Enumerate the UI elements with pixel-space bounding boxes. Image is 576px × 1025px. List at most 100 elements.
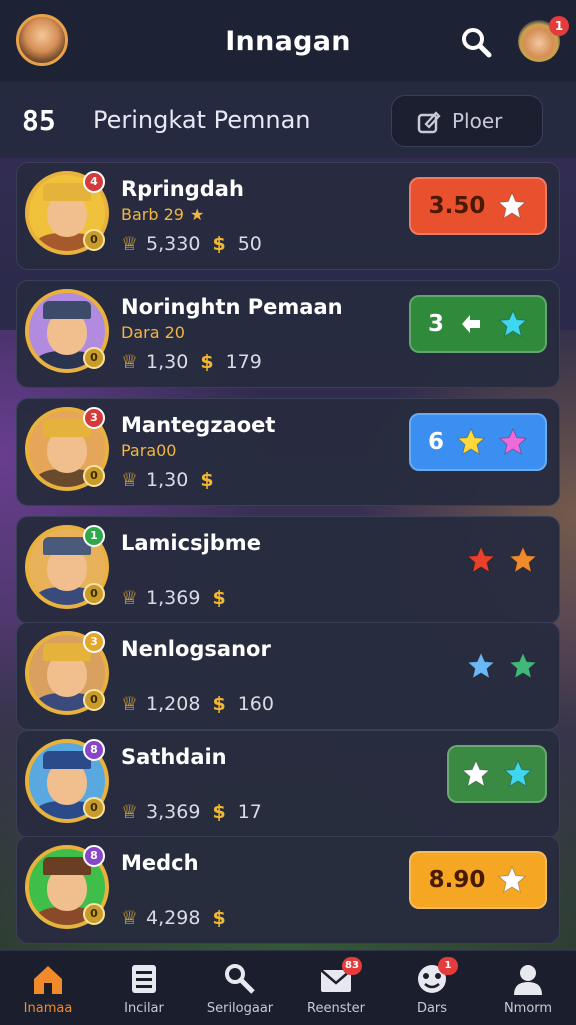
- tab-label: Reenster: [307, 1001, 365, 1016]
- player-stats: ♕ 4,298 $: [121, 907, 238, 929]
- coin-icon: $: [200, 469, 214, 491]
- crown-icon: ♕: [121, 587, 139, 609]
- tab-label: Incilar: [124, 1001, 164, 1016]
- star-white-icon: [461, 759, 491, 788]
- star-blue-icon: [466, 651, 496, 680]
- level-badge: 0: [83, 903, 105, 925]
- player-subtitle: Barb 29 ★: [121, 205, 204, 224]
- filter-label: Ploer: [452, 109, 503, 133]
- player-row[interactable]: 0 3 Mantegzaoet Para00 ♕ 1,30 $6: [16, 398, 560, 506]
- player-stats: ♕ 1,208 $160: [121, 693, 274, 715]
- rank-badge: 8: [83, 845, 105, 867]
- search-key-icon: [225, 964, 255, 994]
- star-cyan-icon: [498, 309, 528, 338]
- coin-icon: $: [212, 801, 226, 823]
- tab-label: Dars: [416, 1001, 448, 1016]
- tab-label: Inamaa: [23, 1001, 73, 1016]
- home-icon: [34, 966, 62, 994]
- filter-button[interactable]: Ploer: [391, 95, 543, 147]
- star-red-icon: [466, 545, 496, 574]
- coin-icon: $: [212, 907, 226, 929]
- coin-icon: $: [212, 693, 226, 715]
- tab-label: Nmorm: [503, 1001, 553, 1016]
- tab-incilar[interactable]: Incilar: [96, 951, 192, 1025]
- player-stats: ♕ 1,369 $: [121, 587, 238, 609]
- player-name: Noringhtn Pemaan: [121, 295, 343, 319]
- top-bar: Innagan 1: [0, 0, 576, 83]
- rank-badge: 3: [83, 407, 105, 429]
- reward-button[interactable]: 3: [409, 295, 547, 353]
- coin-icon: $: [212, 587, 226, 609]
- player-row[interactable]: 0 8 Sathdain ♕ 3,369 $17: [16, 730, 560, 838]
- reward-button[interactable]: [447, 745, 547, 803]
- player-stats: ♕ 5,330 $50: [121, 233, 262, 255]
- reward-button[interactable]: 3.50: [409, 177, 547, 235]
- crown-count: 1,208: [146, 693, 201, 715]
- player-row[interactable]: 0 3 Nenlogsanor ♕ 1,208 $160: [16, 622, 560, 730]
- crown-count: 3,369: [146, 801, 201, 823]
- crown-count: 5,330: [146, 233, 201, 255]
- player-subtitle-text: Para00: [121, 441, 177, 460]
- tab-inamaa[interactable]: Inamaa: [0, 951, 96, 1025]
- reward-button[interactable]: 8.90: [409, 851, 547, 909]
- star-yellow-icon: [456, 427, 486, 456]
- crown-icon: ♕: [121, 801, 139, 823]
- reward-button[interactable]: [457, 531, 547, 589]
- star-orange-icon: [508, 545, 538, 574]
- tab-reenster[interactable]: Reenster 83: [288, 951, 384, 1025]
- star-cyan-icon: [503, 759, 533, 788]
- star-pink-icon: [498, 427, 528, 456]
- tab-badge: 1: [438, 957, 458, 975]
- notification-badge: 1: [549, 16, 569, 36]
- star-white-icon: [498, 191, 527, 220]
- tab-nmorm[interactable]: Nmorm: [480, 951, 576, 1025]
- player-name: Mantegzaoet: [121, 413, 276, 437]
- player-stats: ♕ 3,369 $17: [121, 801, 262, 823]
- level-badge: 0: [83, 229, 105, 251]
- level-badge: 0: [83, 689, 105, 711]
- player-subtitle: Para00: [121, 441, 176, 460]
- tab-badge: 83: [342, 957, 362, 975]
- bottom-tab-bar: Inamaa Incilar Serilogaar Reenster 83 Dars 1 Nm…: [0, 950, 576, 1025]
- player-name: Nenlogsanor: [121, 637, 271, 661]
- player-name: Rpringdah: [121, 177, 244, 201]
- reward-value: 8.90: [428, 867, 486, 893]
- player-subtitle-text: Barb 29: [121, 205, 184, 224]
- rank-badge: 4: [83, 171, 105, 193]
- crown-count: 1,30: [146, 469, 189, 491]
- tab-serilogaar[interactable]: Serilogaar: [192, 951, 288, 1025]
- tab-label: Serilogaar: [206, 1001, 274, 1016]
- section-title: Peringkat Pemnan: [93, 106, 311, 134]
- subtitle-star-icon: ★: [189, 205, 205, 224]
- edit-icon: [417, 111, 441, 134]
- player-row[interactable]: 0 Noringhtn Pemaan Dara 20 ♕ 1,30 $179 3: [16, 280, 560, 388]
- rank-badge: 3: [83, 631, 105, 653]
- level-badge: 0: [83, 797, 105, 819]
- player-subtitle: Dara 20: [121, 323, 185, 342]
- crown-count: 4,298: [146, 907, 201, 929]
- section-title-rest: Pemnan: [213, 106, 311, 134]
- search-icon[interactable]: [460, 26, 492, 58]
- reward-button[interactable]: 6: [409, 413, 547, 471]
- crown-icon: ♕: [121, 693, 139, 715]
- player-subtitle-text: Dara 20: [121, 323, 185, 342]
- coin-count: 160: [237, 693, 274, 715]
- player-row[interactable]: 0 4 Rpringdah Barb 29 ★ ♕ 5,330 $50 3.50: [16, 162, 560, 270]
- reward-value: 3.50: [428, 193, 486, 219]
- coin-count: 50: [237, 233, 262, 255]
- reward-button[interactable]: [457, 637, 547, 695]
- player-name: Sathdain: [121, 745, 227, 769]
- crown-count: 1,30: [146, 351, 189, 373]
- crown-icon: ♕: [121, 351, 139, 373]
- list-icon: [132, 965, 156, 993]
- player-row[interactable]: 0 1 Lamicsjbme ♕ 1,369 $: [16, 516, 560, 624]
- level-badge: 0: [83, 347, 105, 369]
- star-white-icon: [498, 865, 527, 894]
- arrow-white-icon: [462, 315, 480, 333]
- player-name: Lamicsjbme: [121, 531, 261, 555]
- player-row[interactable]: 0 8 Medch ♕ 4,298 $8.90: [16, 836, 560, 944]
- crown-icon: ♕: [121, 469, 139, 491]
- coin-icon: $: [212, 233, 226, 255]
- crown-icon: ♕: [121, 233, 139, 255]
- tab-dars[interactable]: Dars 1: [384, 951, 480, 1025]
